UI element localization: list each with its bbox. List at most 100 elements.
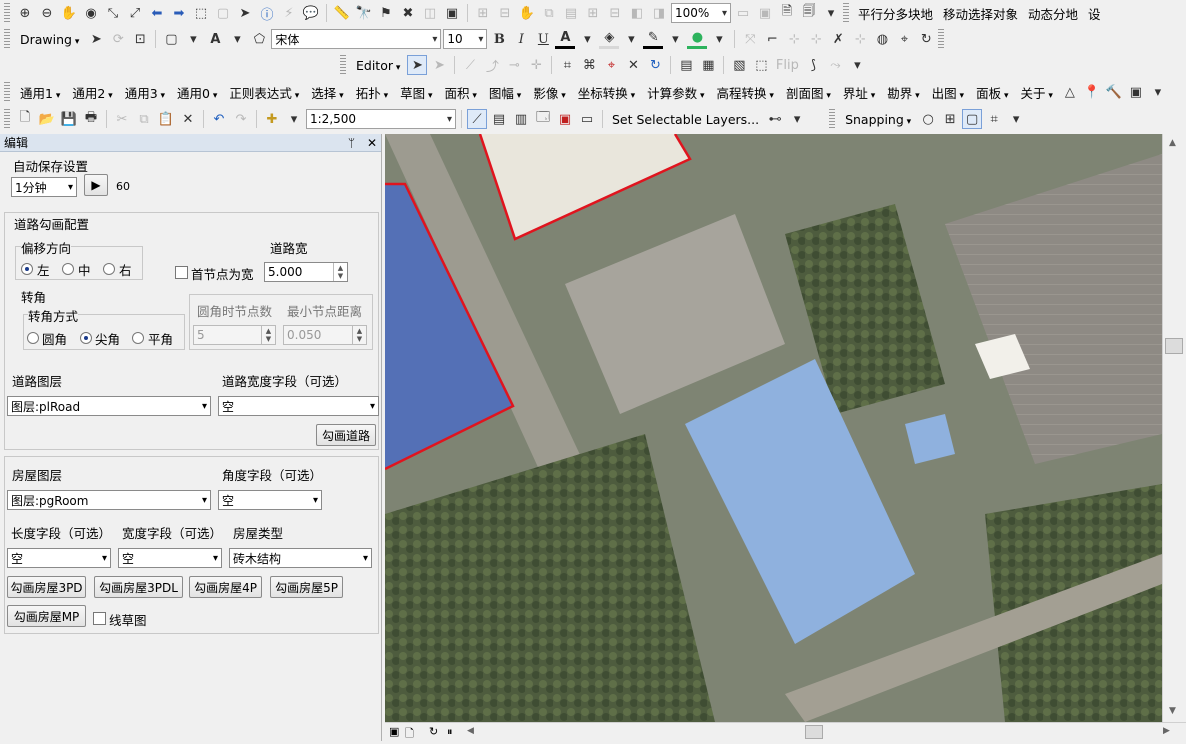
- chevron-down-icon[interactable]: ▾: [577, 29, 597, 49]
- map-vertical-scrollbar[interactable]: ▲ ▼: [1162, 134, 1186, 722]
- identify-icon[interactable]: ⓘ: [257, 3, 277, 23]
- model-builder-icon[interactable]: ⊷: [765, 109, 785, 129]
- rotate-icon[interactable]: ⟳: [108, 29, 128, 49]
- toolbar-grip[interactable]: [4, 3, 10, 23]
- scroll-up-icon[interactable]: ▲: [1169, 138, 1176, 148]
- bold-button[interactable]: B: [489, 29, 509, 49]
- toolbar-options-icon[interactable]: ▾: [821, 3, 841, 23]
- open-folder-icon[interactable]: 📂: [37, 109, 57, 129]
- menu-survey[interactable]: 勘界: [882, 83, 924, 102]
- delete-icon[interactable]: ✕: [178, 109, 198, 129]
- georeference-icon[interactable]: ⌖: [894, 29, 914, 49]
- zoom-selected-icon[interactable]: ⊡: [130, 29, 150, 49]
- new-document-icon[interactable]: 🗋: [15, 109, 35, 129]
- chevron-down-icon[interactable]: ▾: [621, 29, 641, 49]
- straight-segment-icon[interactable]: ⟋: [460, 55, 480, 75]
- road-width-input[interactable]: 5.000 ▲ ▼: [264, 262, 348, 282]
- find-route-icon[interactable]: ⚑: [376, 3, 396, 23]
- select-elements-icon[interactable]: ➤: [86, 29, 106, 49]
- first-node-width-checkbox[interactable]: [175, 266, 188, 279]
- split-tool-icon[interactable]: ✕: [623, 55, 643, 75]
- topology-edit-icon[interactable]: ⌐: [762, 29, 782, 49]
- end-snapping-icon[interactable]: ⊞: [940, 109, 960, 129]
- road-width-field-select[interactable]: 空: [218, 396, 379, 416]
- menu-about[interactable]: 关于: [1015, 83, 1057, 102]
- window-tool-icon[interactable]: ▣: [1126, 82, 1146, 102]
- font-size-select[interactable]: 10: [443, 29, 488, 49]
- font-select[interactable]: 宋体: [271, 29, 442, 49]
- layout-view-icon[interactable]: 🗋: [405, 725, 414, 744]
- menu-image[interactable]: 影像: [528, 83, 570, 102]
- redo-icon[interactable]: ↷: [231, 109, 251, 129]
- point-icon[interactable]: ✛: [526, 55, 546, 75]
- paste-icon[interactable]: 📋: [156, 109, 176, 129]
- offset-center-radio[interactable]: [62, 263, 74, 275]
- edge-snapping-icon[interactable]: ⌗: [984, 109, 1004, 129]
- pause-drawing-icon[interactable]: ⏸: [447, 725, 453, 739]
- globe-tool-icon[interactable]: ◍: [872, 29, 892, 49]
- pin-tool-icon[interactable]: 📍: [1082, 82, 1102, 102]
- clear-selection-icon[interactable]: ▢: [213, 3, 233, 23]
- toolbar-grip[interactable]: [4, 29, 10, 49]
- offset-right-radio[interactable]: [103, 263, 115, 275]
- chevron-down-icon[interactable]: ▾: [183, 29, 203, 49]
- topology-move-icon[interactable]: ⊹: [784, 29, 804, 49]
- dynamic-split-tool[interactable]: 动态分地: [1024, 4, 1082, 23]
- point-snapping-icon[interactable]: ○: [918, 109, 938, 129]
- html-popup-icon[interactable]: 💬: [301, 3, 321, 23]
- menu-profile[interactable]: 剖面图: [781, 83, 836, 102]
- chevron-down-icon[interactable]: ▾: [284, 109, 304, 129]
- sketch-properties-icon[interactable]: ▦: [698, 55, 718, 75]
- refresh-view-icon[interactable]: ↻: [429, 725, 438, 738]
- menu-general-3[interactable]: 通用3: [120, 83, 170, 102]
- menu-select[interactable]: 选择: [306, 83, 348, 102]
- menu-boundary[interactable]: 界址: [838, 83, 880, 102]
- focus-data-frame-icon[interactable]: ▣: [755, 3, 775, 23]
- measure-icon[interactable]: 📏: [332, 3, 352, 23]
- scroll-left-icon[interactable]: ◀: [467, 726, 474, 736]
- marker-color-icon[interactable]: ●: [687, 29, 708, 49]
- corner-round-radio[interactable]: [27, 332, 39, 344]
- select-elements-icon[interactable]: ➤: [235, 3, 255, 23]
- edit-tool-icon[interactable]: ➤: [407, 55, 428, 75]
- draw-house-3pd-button[interactable]: 勾画房屋3PD: [7, 576, 86, 598]
- house-layer-select[interactable]: 图层:pgRoom: [7, 490, 211, 510]
- trace-icon[interactable]: ⊸: [504, 55, 524, 75]
- zoom-100-icon[interactable]: ▤: [561, 3, 581, 23]
- select-features-icon[interactable]: ⬚: [191, 3, 211, 23]
- angle-field-select[interactable]: 空: [218, 490, 322, 510]
- full-extent-icon[interactable]: ◉: [81, 3, 101, 23]
- layout-zoom-out-icon[interactable]: ⊟: [495, 3, 515, 23]
- rotate-tool-icon[interactable]: ↻: [645, 55, 665, 75]
- editor-menu[interactable]: Editor: [351, 58, 405, 73]
- python-window-icon[interactable]: ▭: [577, 109, 597, 129]
- fixed-layout-zoom-out-icon[interactable]: ⊟: [605, 3, 625, 23]
- follow-feature-icon[interactable]: ⤳: [825, 55, 845, 75]
- draw-house-5p-button[interactable]: 勾画房屋5P: [270, 576, 343, 598]
- scroll-right-icon[interactable]: ▶: [1163, 726, 1170, 736]
- rectangle-icon[interactable]: ▢: [161, 29, 181, 49]
- vertex-snapping-icon[interactable]: ▢: [962, 109, 983, 129]
- refresh-tool-icon[interactable]: ↻: [916, 29, 936, 49]
- topology-modify-icon[interactable]: ⊹: [806, 29, 826, 49]
- toolbar-options-icon[interactable]: ▾: [1006, 109, 1026, 129]
- road-width-spinner[interactable]: ▲ ▼: [333, 263, 347, 281]
- layout-back-icon[interactable]: ◧: [627, 3, 647, 23]
- layout-pan-icon[interactable]: ✋: [517, 3, 537, 23]
- fixed-zoom-out-icon[interactable]: ⤢: [125, 3, 145, 23]
- chevron-down-icon[interactable]: ▾: [709, 29, 729, 49]
- save-icon[interactable]: 💾: [59, 109, 79, 129]
- add-data-icon[interactable]: ✚: [262, 109, 282, 129]
- forward-arrow-icon[interactable]: ➡: [169, 3, 189, 23]
- scroll-thumb[interactable]: [1165, 338, 1183, 354]
- menu-sketch[interactable]: 草图: [395, 83, 437, 102]
- cut-icon[interactable]: ✂: [112, 109, 132, 129]
- close-icon[interactable]: ✕: [367, 136, 377, 150]
- toggle-draft-mode-icon[interactable]: ▭: [733, 3, 753, 23]
- edit-annotation-icon[interactable]: ⬚: [751, 55, 771, 75]
- menu-output-map[interactable]: 出图: [927, 83, 969, 102]
- toolbar-grip[interactable]: [4, 82, 10, 102]
- menu-area[interactable]: 面积: [440, 83, 482, 102]
- round-nodes-input[interactable]: 5 ▲ ▼: [193, 325, 276, 345]
- map-view[interactable]: [385, 134, 1162, 722]
